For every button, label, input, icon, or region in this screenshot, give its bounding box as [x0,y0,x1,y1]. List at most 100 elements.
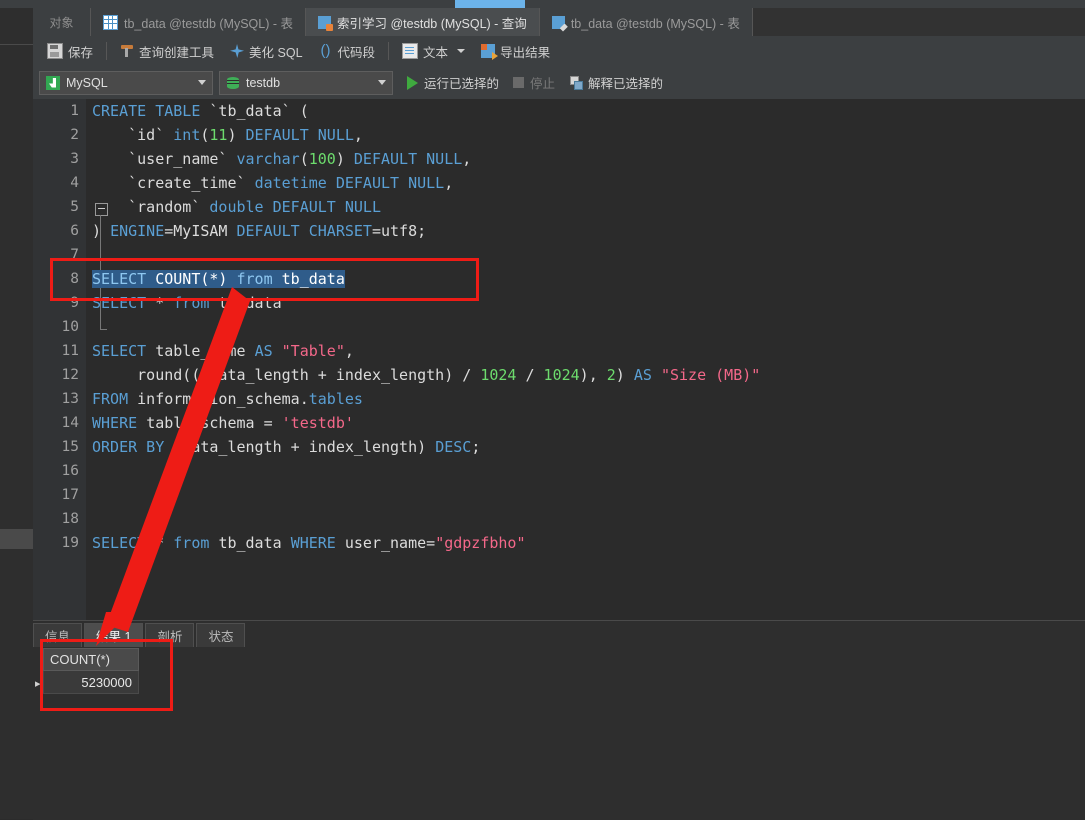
connection-value: MySQL [66,75,108,90]
results-tab[interactable]: 剖析 [145,623,195,647]
sql-editor[interactable]: 1 2 3 4 5 6 7 8 9 10 11 12 13 14 15 16 17 18 19 CREATE TAB… [33,99,1085,620]
chevron-down-icon[interactable] [198,80,206,85]
code-token: datetime DEFAULT NULL [254,174,445,192]
code-snippet-label: 代码段 [337,45,376,60]
code-token: ; [471,438,481,456]
code-line[interactable]: SELECT * from tb_data WHERE user_name="g… [92,531,1085,555]
code-line[interactable] [92,459,1085,483]
results-tab[interactable]: 结果 1 [84,623,144,647]
table-grid-icon [103,14,118,30]
database-icon [226,76,240,90]
beautify-sql-button[interactable]: 美化 SQL [222,39,311,63]
explain-selected-label: 解释已选择的 [588,77,664,91]
mysql-logo-icon [46,75,60,90]
wand-icon [230,44,244,58]
code-token: 100 [308,150,336,168]
code-token: user_name= [344,534,436,552]
tab-bar-filler [752,8,1085,36]
code-token: ) [335,150,354,168]
code-token: tb_data [281,270,345,288]
tab-tb-data-table-2[interactable]: tb_data @testdb (MySQL) - 表 [539,8,753,36]
export-result-button[interactable]: 导出结果 [473,39,558,63]
code-line[interactable]: round(((data_length + index_length) / 10… [92,363,1085,387]
code-token: ) [227,126,246,144]
code-line[interactable]: `random` double DEFAULT NULL [92,195,1085,219]
objects-pane-tab[interactable]: 对象 [33,8,91,36]
code-line[interactable]: FROM information_schema.tables [92,387,1085,411]
line-number: 11 [61,343,79,359]
query-icon [318,15,334,31]
code-line[interactable]: `id` int(11) DEFAULT NULL, [92,123,1085,147]
connection-select[interactable]: MySQL [39,70,213,95]
code-token: 1024 [543,366,580,384]
code-token: from [173,534,219,552]
selected-text[interactable]: SELECT COUNT(*) from tb_data [92,270,345,288]
code-line[interactable] [92,483,1085,507]
code-area[interactable]: CREATE TABLE `tb_data` ( `id` int(11) DE… [86,99,1085,620]
code-token: =MyISAM [164,222,237,240]
hammer-icon [120,44,134,58]
code-token: "gdpzfbho" [435,534,526,552]
objects-pane-label: 对象 [49,15,74,30]
results-grid[interactable]: COUNT(*) 5230000 ▸ [35,648,139,694]
tab-index-study-query[interactable]: 索引学习 @testdb (MySQL) - 查询 [306,8,540,36]
grid-column-header[interactable]: COUNT(*) [43,648,139,671]
line-number: 2 [70,127,79,143]
left-rail-highlight[interactable] [0,529,33,549]
code-token: tables [308,390,363,408]
code-line[interactable]: SELECT * from tb_data [92,291,1085,315]
code-token: from [236,270,282,288]
code-line[interactable] [92,315,1085,339]
results-tab[interactable]: 信息 [33,623,83,647]
query-builder-label: 查询创建工具 [139,45,215,60]
code-line[interactable]: ) ENGINE=MyISAM DEFAULT CHARSET=utf8; [92,219,1085,243]
stop-icon [513,77,525,88]
code-token: 11 [209,126,228,144]
code-token: `create_time` [92,174,255,192]
code-snippet-button[interactable]: () 代码段 [311,39,384,63]
text-view-button[interactable]: 文本 [394,39,473,63]
results-tab[interactable]: 状态 [196,623,246,647]
code-token: `random` [92,198,210,216]
code-token: SELECT [92,342,156,360]
save-button[interactable]: 保存 [39,39,101,63]
code-token: double DEFAULT NULL [209,198,381,216]
code-line[interactable]: WHERE table_schema = 'testdb' [92,411,1085,435]
code-line[interactable]: ORDER BY (data_length + index_length) DE… [92,435,1085,459]
line-number: 19 [61,535,79,551]
code-token: WHERE [92,414,147,432]
code-line[interactable]: `user_name` varchar(100) DEFAULT NULL, [92,147,1085,171]
explain-selected-button[interactable]: 解释已选择的 [569,73,663,92]
grid-cell-count[interactable]: 5230000 [43,671,139,694]
query-builder-button[interactable]: 查询创建工具 [112,39,222,63]
code-token: `id` [92,126,174,144]
code-line[interactable]: SELECT table_name AS "Table", [92,339,1085,363]
parentheses-icon: () [320,42,331,59]
chevron-down-icon[interactable] [457,49,466,53]
left-rail-top-section [0,16,33,45]
editor-toolbar: 保存 查询创建工具 美化 SQL () 代码段 文本 导出结果 [33,36,1085,67]
line-number: 7 [70,247,79,263]
code-token: "Table" [281,342,345,360]
results-tab-bar: 信息 结果 1 剖析 状态 [33,623,247,647]
tab-tb-data-table-1[interactable]: tb_data @testdb (MySQL) - 表 [91,8,307,36]
tab-label: tb_data @testdb (MySQL) - 表 [124,16,294,31]
tab-label: 索引学习 @testdb (MySQL) - 查询 [337,16,527,31]
code-token: SELECT [92,270,156,288]
code-line[interactable]: CREATE TABLE `tb_data` ( [92,99,1085,123]
code-line[interactable]: `create_time` datetime DEFAULT NULL, [92,171,1085,195]
code-token: =utf8; [371,222,427,240]
tab-label: tb_data @testdb (MySQL) - 表 [570,16,740,31]
export-icon [481,44,499,60]
code-line[interactable]: SELECT COUNT(*) from tb_data [92,267,1085,291]
code-token: DEFAULT CHARSET [236,222,372,240]
stop-button: 停止 [513,73,555,92]
chevron-down-icon[interactable] [378,80,386,85]
database-select[interactable]: testdb [219,70,393,95]
code-token: varchar [236,150,300,168]
run-selected-button[interactable]: 运行已选择的 [407,73,499,92]
code-line[interactable] [92,243,1085,267]
export-result-label: 导出结果 [500,45,551,60]
code-line[interactable] [92,507,1085,531]
code-token: SELECT [92,534,156,552]
